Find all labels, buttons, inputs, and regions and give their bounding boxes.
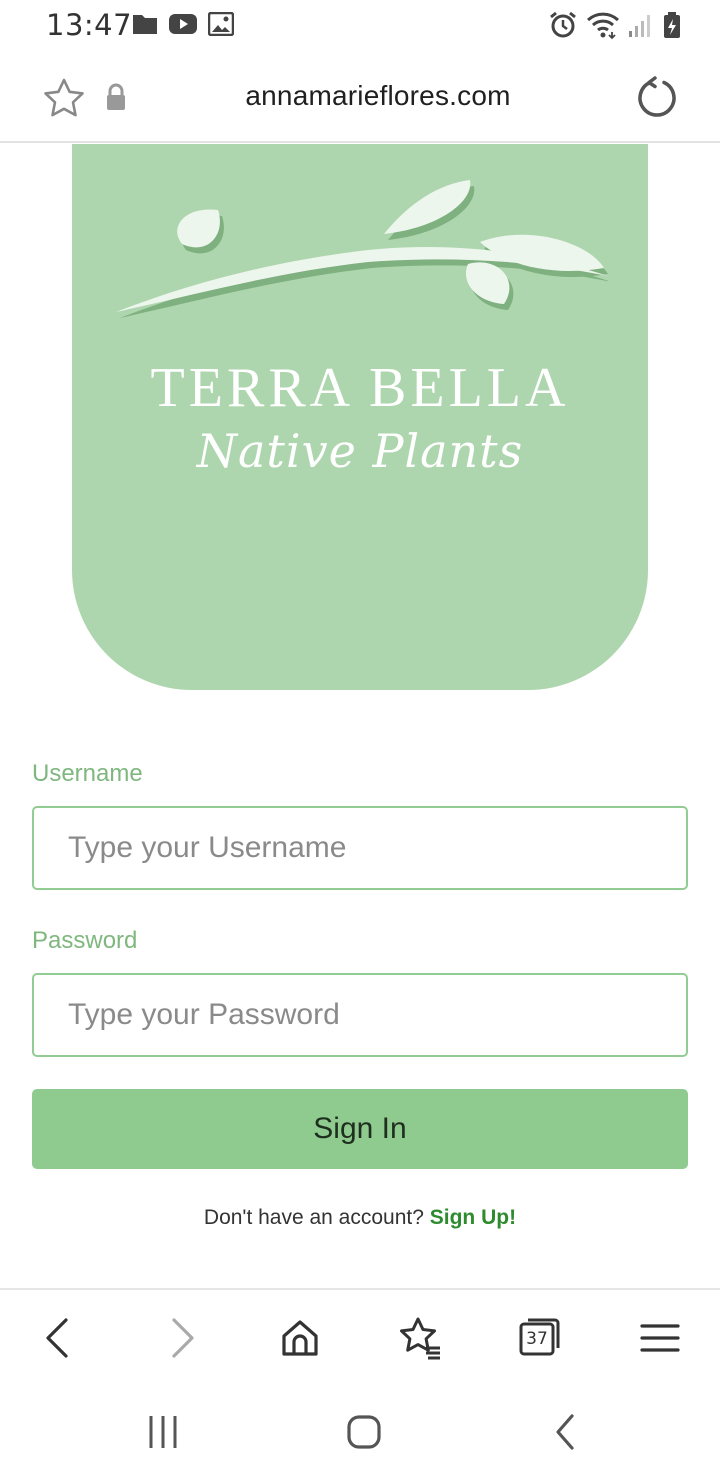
browser-toolbar: annamarieflores.com [0, 52, 720, 143]
status-time: 13:47 [46, 8, 133, 42]
signal-icon [629, 15, 650, 37]
system-back-icon[interactable] [546, 1412, 586, 1452]
image-icon [208, 12, 234, 36]
branch-leaves-icon [116, 180, 608, 318]
sign-in-button[interactable]: Sign In [32, 1089, 688, 1169]
bookmarks-icon[interactable] [396, 1314, 444, 1362]
youtube-icon [169, 14, 197, 34]
back-arrow-icon[interactable] [34, 1314, 82, 1362]
signup-prompt-text: Don't have an account? [203, 1206, 430, 1229]
home-button-icon[interactable] [344, 1412, 384, 1452]
reload-icon[interactable] [634, 74, 680, 120]
password-input[interactable] [32, 973, 688, 1057]
alarm-icon [550, 11, 576, 38]
browser-bottom-nav: 37 [0, 1288, 720, 1384]
forward-arrow-icon[interactable] [158, 1314, 206, 1362]
url-display[interactable]: annamarieflores.com [0, 80, 720, 112]
system-nav-bar [0, 1384, 720, 1480]
tabs-count: 37 [526, 1329, 548, 1349]
password-label: Password [32, 927, 138, 954]
logo-title: TERRA BELLA [150, 357, 570, 419]
sign-up-link[interactable]: Sign Up! [430, 1206, 516, 1229]
menu-icon[interactable] [636, 1314, 684, 1362]
username-label: Username [32, 760, 143, 787]
logo-subtitle: Native Plants [196, 424, 524, 478]
terra-bella-logo: TERRA BELLA Native Plants [72, 144, 648, 690]
status-bar: 13:47 [0, 0, 720, 52]
tabs-button[interactable]: 37 [516, 1314, 564, 1362]
wifi-icon [586, 12, 620, 40]
status-system-icons [548, 10, 682, 40]
status-notification-icons [132, 12, 234, 36]
folder-icon [133, 15, 157, 34]
recent-apps-icon[interactable] [143, 1412, 183, 1452]
username-input[interactable] [32, 806, 688, 890]
home-icon[interactable] [276, 1314, 324, 1362]
battery-icon [664, 12, 680, 38]
signup-prompt: Don't have an account? Sign Up! [0, 1206, 720, 1230]
